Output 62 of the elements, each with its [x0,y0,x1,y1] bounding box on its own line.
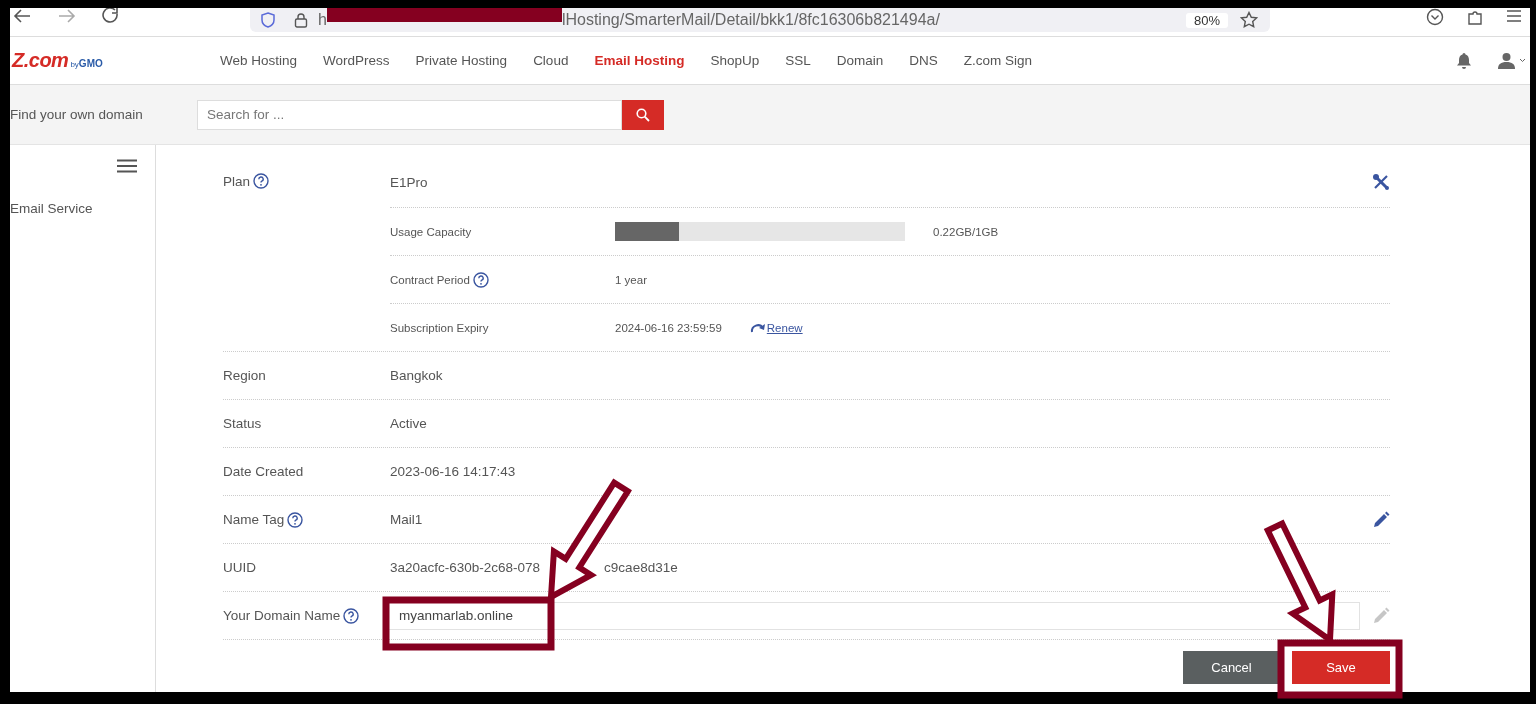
pocket-icon[interactable] [1426,8,1444,26]
row-label: Name Tag [223,512,285,527]
bell-icon[interactable] [1456,52,1472,69]
row-label: Your Domain Name [223,608,341,623]
address-bar[interactable]: h lHosting/SmarterMail/Detail/bkk1/8fc16306b821494a/ 80% [250,8,1270,32]
detail-value: 1 year [615,273,648,286]
row-label: Plan [223,173,251,189]
caret-icon[interactable] [1519,58,1526,63]
renew-link[interactable]: Renew [749,321,803,334]
row-label: UUID [223,560,256,575]
search-field[interactable]: Search for ... [197,99,622,130]
nav-link[interactable]: ShopUp [710,53,760,68]
search-button[interactable] [622,99,664,130]
tools-icon[interactable] [1372,173,1390,191]
logo[interactable]: Z.com byGMO [12,49,212,72]
save-button[interactable]: Save [1292,651,1390,684]
sidebar-item[interactable]: Email Service [10,201,155,216]
detail-label: Usage Capacity [390,225,472,238]
search-label: Find your own domain [10,107,144,122]
detail-label: Contract Period [390,273,470,286]
detail-label: Subscription Expiry [390,321,489,334]
help-icon[interactable] [253,173,270,189]
nav-link[interactable]: Email Hosting [594,53,685,68]
row-label: Status [223,416,262,431]
row-value: 2023-06-16 14:17:43 [390,464,516,479]
reload-icon[interactable] [102,8,120,24]
lock-icon [294,12,308,28]
row-value: Active [390,416,427,431]
nav-link[interactable]: DNS [909,53,938,68]
url-text: lHosting/SmarterMail/Detail/bkk1/8fc16306b821494a/ [561,11,940,29]
menu-icon[interactable] [1506,8,1522,22]
row-value: Bangkok [390,368,443,383]
back-icon[interactable] [12,8,32,24]
menu-icon[interactable] [117,159,137,173]
usage-reading: 0.22GB/1GB [933,225,999,238]
nav-link[interactable]: WordPress [323,53,390,68]
nav-link[interactable]: SSL [785,53,811,68]
nav-link[interactable]: Domain [836,53,884,68]
url-text: h [318,11,327,29]
row-label: Region [223,368,266,383]
cancel-button[interactable]: Cancel [1183,651,1280,684]
nav-link[interactable]: Web Hosting [220,53,298,68]
plan-value: E1Pro [390,174,428,190]
help-icon[interactable] [472,271,489,288]
help-icon[interactable] [343,607,360,624]
row-value: c9cae8d31e [604,560,678,575]
nav-link[interactable]: Z.com Sign [963,53,1033,68]
pencil-icon[interactable] [1372,510,1390,529]
detail-value: 2024-06-16 23:59:59 [615,321,722,334]
extension-icon[interactable] [1466,8,1484,26]
shield-icon [260,12,276,28]
star-icon[interactable] [1240,11,1258,29]
renew-icon[interactable] [749,321,766,334]
row-label: Date Created [223,464,304,479]
help-icon[interactable] [287,511,304,528]
nav-link[interactable]: Private Hosting [415,53,508,68]
zoom-level[interactable]: 80% [1185,12,1228,28]
row-value: 3a20acfc-630b-2c68-078 [390,560,541,575]
row-value: Mail1 [390,512,423,527]
user-menu[interactable] [1498,52,1526,69]
nav-link[interactable]: Cloud [533,53,569,68]
search-icon[interactable] [636,107,650,122]
